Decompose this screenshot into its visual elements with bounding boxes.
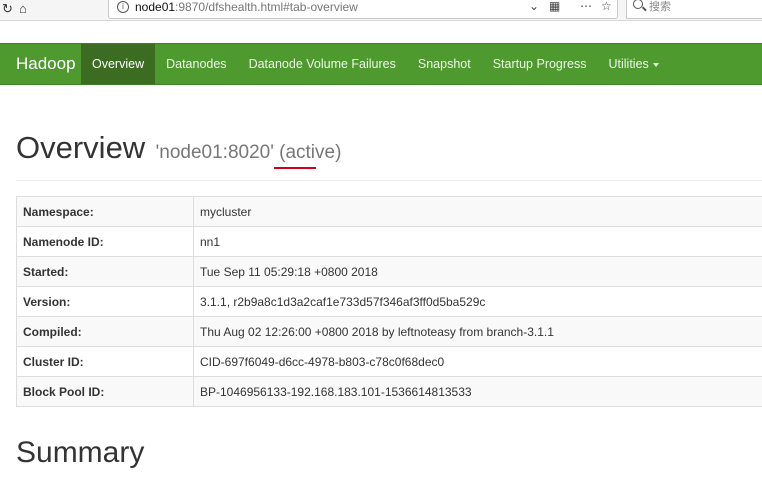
row-key: Namenode ID: [16, 226, 194, 257]
nav-datanodes[interactable]: Datanodes [155, 44, 237, 84]
overview-table: Namespace: mycluster Namenode ID: nn1 St… [16, 196, 762, 407]
page-header: Overview 'node01:8020' (active) [16, 130, 762, 166]
row-key: Compiled: [16, 316, 194, 347]
nav-startup-progress[interactable]: Startup Progress [482, 44, 598, 84]
browser-toolbar: ↻ ⌂ i node01:9870/dfshealth.html#tab-ove… [0, 0, 762, 21]
row-value: nn1 [193, 226, 762, 257]
nav-utilities-label: Utilities [608, 57, 649, 71]
nav-datanode-volume-failures[interactable]: Datanode Volume Failures [238, 44, 407, 84]
address-bar[interactable]: i node01:9870/dfshealth.html#tab-overvie… [108, 0, 618, 19]
home-icon[interactable]: ⌂ [19, 1, 27, 17]
row-value: mycluster [193, 196, 762, 227]
row-key: Namespace: [16, 196, 194, 227]
bookmark-star-icon[interactable]: ☆ [601, 0, 612, 13]
browser-search-input[interactable] [649, 0, 749, 13]
table-row: Cluster ID: CID-697f6049-d6cc-4978-b803-… [16, 346, 762, 377]
row-key: Version: [16, 286, 194, 317]
table-row: Block Pool ID: BP-1046956133-192.168.183… [16, 376, 762, 407]
reload-icon[interactable]: ↻ [2, 1, 13, 17]
nav-utilities-dropdown[interactable]: Utilities [598, 44, 670, 84]
row-value: 3.1.1, r2b9a8c1d3a2caf1e733d57f346af3ff0… [193, 286, 762, 317]
table-row: Version: 3.1.1, r2b9a8c1d3a2caf1e733d57f… [16, 286, 762, 317]
row-value: BP-1046956133-192.168.183.101-1536614813… [193, 376, 762, 407]
qr-code-icon[interactable]: ▦ [549, 0, 560, 13]
search-icon [633, 0, 643, 9]
url-text[interactable]: node01:9870/dfshealth.html#tab-overview [135, 0, 358, 14]
annotation-underline [274, 167, 316, 169]
row-value: CID-697f6049-d6cc-4978-b803-c78c0f68dec0 [193, 346, 762, 377]
row-key: Cluster ID: [16, 346, 194, 377]
browser-search-box[interactable] [626, 0, 762, 19]
header-divider [16, 180, 762, 181]
row-key: Block Pool ID: [16, 376, 194, 407]
table-row: Started: Tue Sep 11 05:29:18 +0800 2018 [16, 256, 762, 287]
nav-snapshot[interactable]: Snapshot [407, 44, 482, 84]
caret-down-icon [652, 62, 659, 67]
info-icon[interactable]: i [117, 1, 129, 13]
row-value: Tue Sep 11 05:29:18 +0800 2018 [193, 256, 762, 287]
brand-logo[interactable]: Hadoop [16, 44, 76, 84]
page-title: Overview [16, 130, 146, 165]
table-row: Namenode ID: nn1 [16, 226, 762, 257]
row-value: Thu Aug 02 12:26:00 +0800 2018 by leftno… [193, 316, 762, 347]
nav-menu: Overview Datanodes Datanode Volume Failu… [81, 44, 670, 84]
row-key: Started: [16, 256, 194, 287]
table-row: Compiled: Thu Aug 02 12:26:00 +0800 2018… [16, 316, 762, 347]
navbar: Hadoop Overview Datanodes Datanode Volum… [0, 43, 762, 85]
chevron-down-icon[interactable]: ⌄ [529, 0, 539, 13]
namenode-address-status: 'node01:8020' (active) [155, 142, 342, 163]
summary-heading: Summary [16, 436, 145, 469]
table-row: Namespace: mycluster [16, 196, 762, 227]
more-icon[interactable]: ⋯ [580, 0, 592, 13]
nav-overview[interactable]: Overview [81, 44, 156, 84]
